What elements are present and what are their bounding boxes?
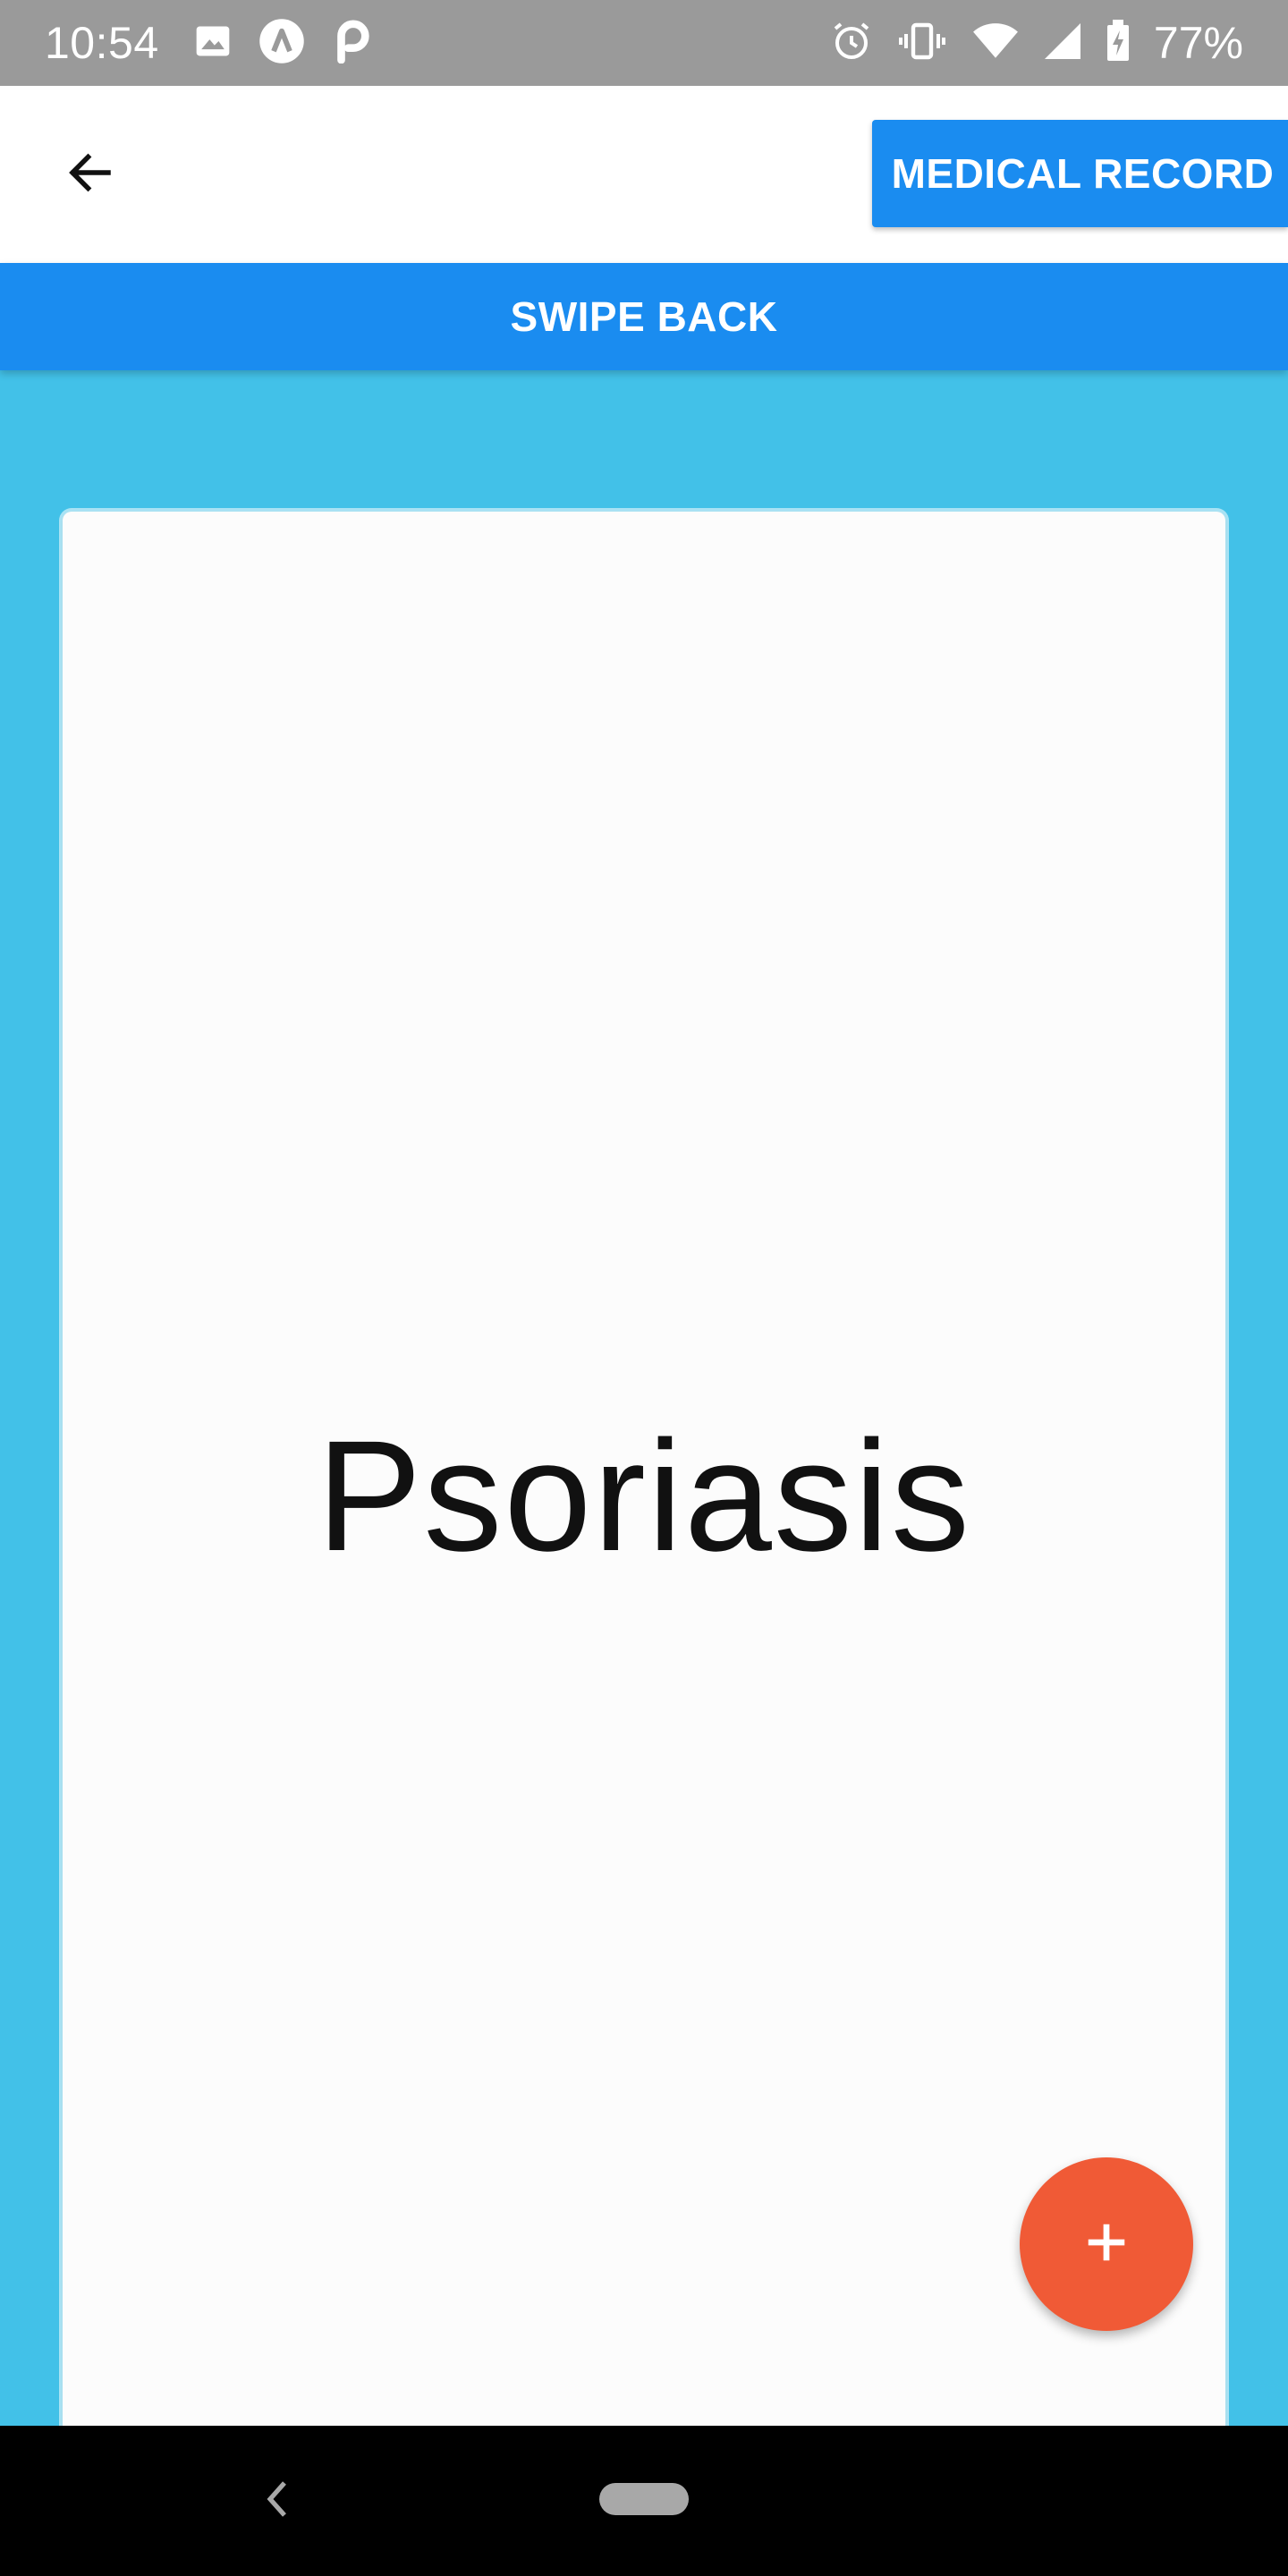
battery-charging-icon bbox=[1106, 19, 1131, 67]
medical-record-button[interactable]: MEDICAL RECORD bbox=[872, 120, 1288, 227]
status-time: 10:54 bbox=[45, 18, 159, 68]
back-button[interactable] bbox=[50, 134, 131, 215]
status-left-icons bbox=[193, 17, 372, 70]
plus-icon bbox=[1082, 2218, 1131, 2271]
vibrate-icon bbox=[896, 20, 948, 67]
signal-icon bbox=[1043, 21, 1082, 65]
add-fab-button[interactable] bbox=[1020, 2157, 1193, 2331]
arrow-back-icon bbox=[64, 146, 117, 204]
screen: 10:54 77% MEDICAL RECORD SWIPE BACK Psor… bbox=[0, 0, 1288, 2576]
home-pill-icon[interactable] bbox=[599, 2483, 689, 2515]
app-bar: MEDICAL RECORD bbox=[0, 86, 1288, 263]
navigation-bar bbox=[0, 2426, 1288, 2576]
p-badge-icon bbox=[331, 19, 372, 68]
status-bar: 10:54 77% bbox=[0, 0, 1288, 86]
swipe-back-button[interactable]: SWIPE BACK bbox=[0, 263, 1288, 370]
nav-back-button[interactable] bbox=[259, 2476, 295, 2526]
chevron-left-icon bbox=[264, 2479, 291, 2523]
card-title: Psoriasis bbox=[317, 1409, 971, 1584]
image-icon bbox=[193, 21, 233, 65]
alarm-icon bbox=[830, 20, 873, 67]
wifi-icon bbox=[971, 21, 1020, 65]
triangle-badge-icon bbox=[258, 17, 306, 70]
status-right-icons: 77% bbox=[830, 17, 1243, 69]
battery-percentage: 77% bbox=[1153, 18, 1243, 68]
